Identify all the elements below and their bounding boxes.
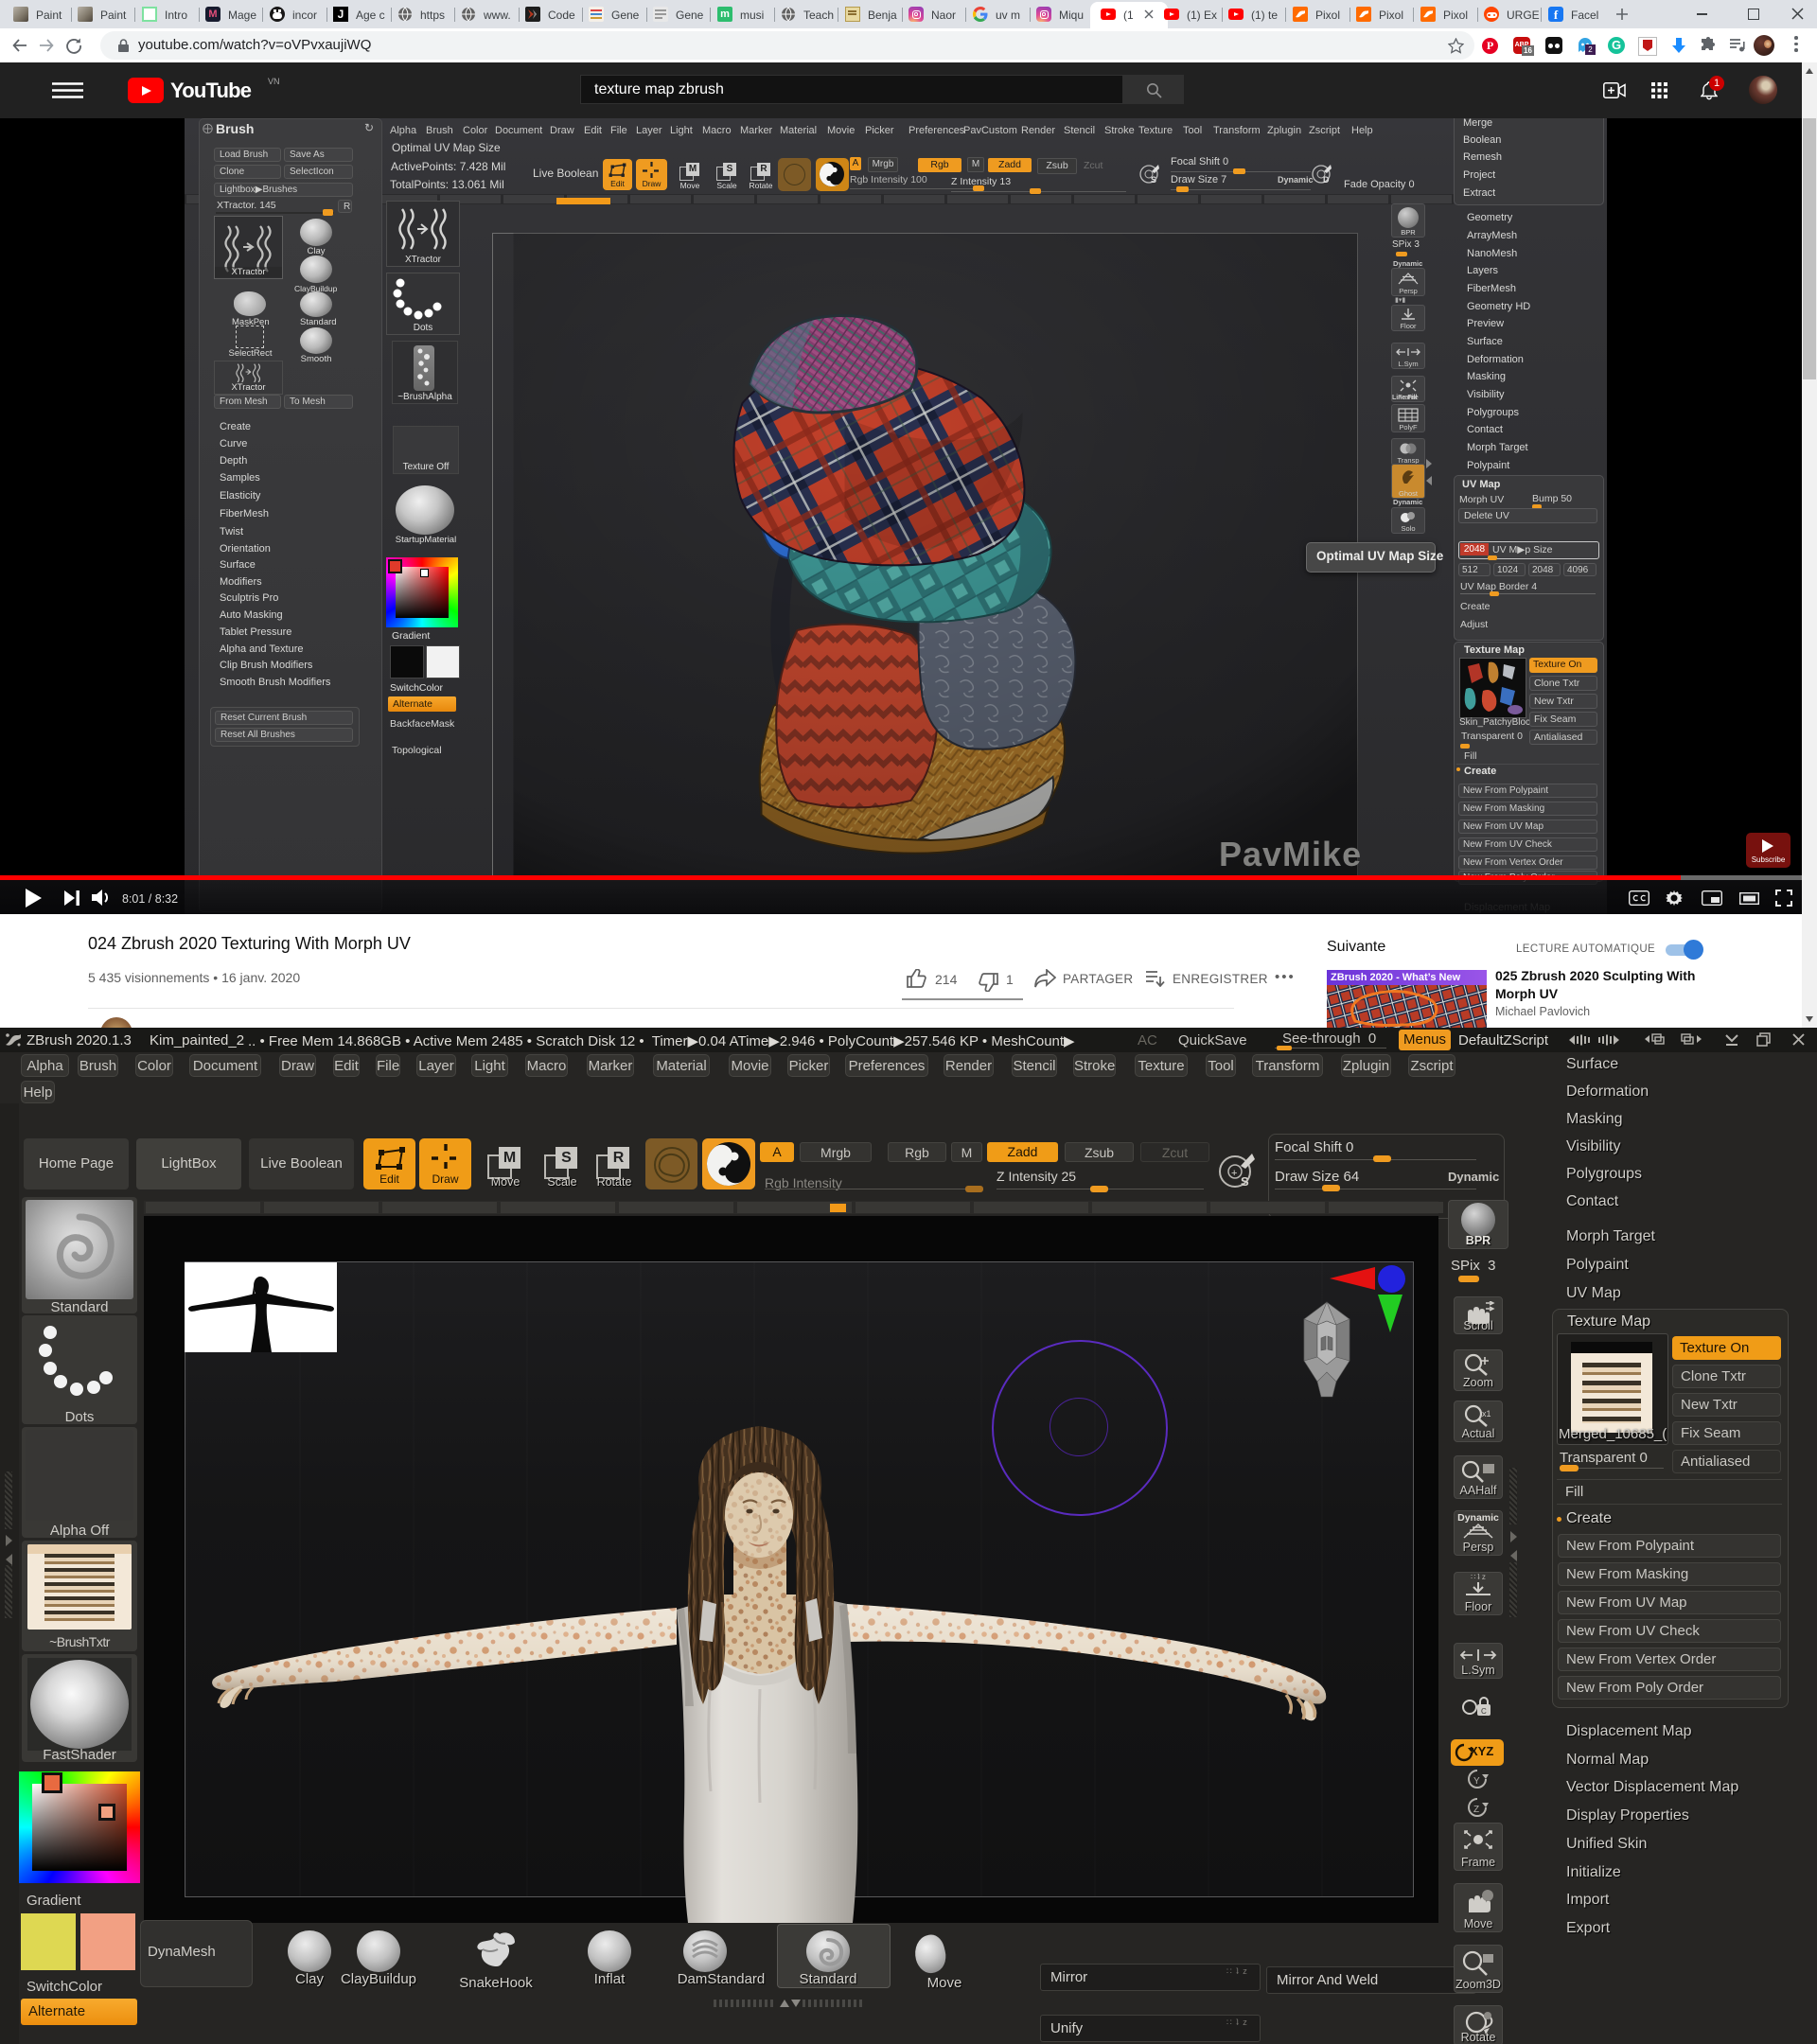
svg-text:D: D: [1323, 175, 1330, 185]
svg-text:+: +: [1231, 1168, 1237, 1179]
svg-text:S: S: [1151, 175, 1156, 185]
svg-text:Z: Z: [1473, 1805, 1479, 1815]
svg-text:Y: Y: [1473, 1776, 1480, 1787]
svg-text:C: C: [1481, 1707, 1487, 1716]
svg-text:S: S: [1241, 1174, 1249, 1189]
svg-text:x1: x1: [1482, 1409, 1491, 1418]
